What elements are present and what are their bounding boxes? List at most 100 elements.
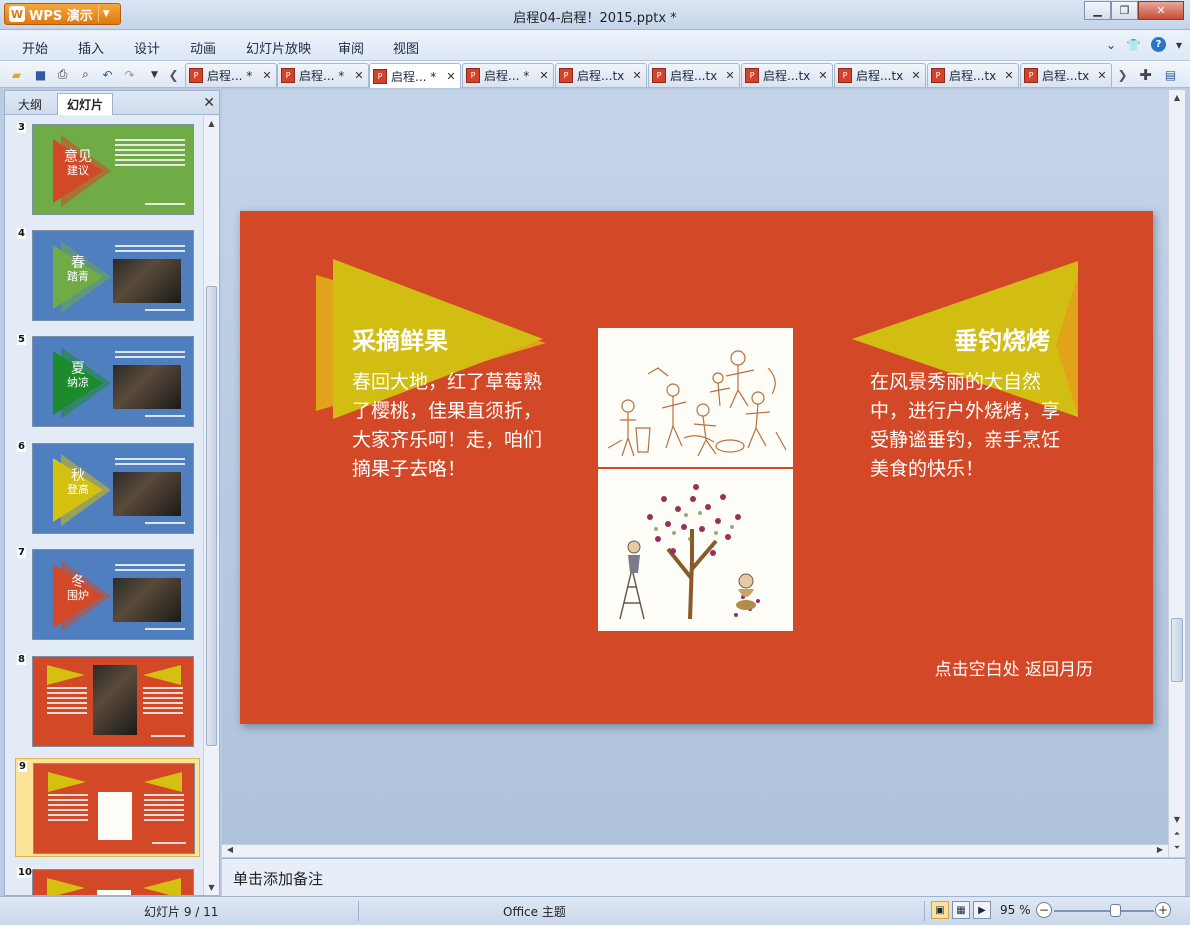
skin-shirt-icon[interactable]: 👕 — [1126, 38, 1141, 52]
normal-view-icon[interactable]: ▣ — [931, 901, 949, 919]
slide-thumbnail[interactable]: 8 — [15, 652, 200, 751]
close-tab-icon[interactable]: ✕ — [261, 69, 273, 82]
scrollbar-thumb[interactable] — [1171, 618, 1183, 682]
panel-scrollbar[interactable]: ▲ ▼ — [203, 116, 219, 895]
close-tab-icon[interactable]: ✕ — [1003, 69, 1015, 82]
print-icon[interactable]: ⎙ — [54, 66, 71, 83]
close-tab-icon[interactable]: ✕ — [817, 69, 829, 82]
scroll-right-icon[interactable]: ▶ — [1154, 845, 1166, 854]
menu-insert[interactable]: 插入 — [78, 38, 104, 57]
return-to-calendar-link[interactable]: 点击空白处 返回月历 — [935, 655, 1093, 680]
thumbnail-preview: 春踏青 — [32, 230, 194, 321]
close-tab-icon[interactable]: ✕ — [631, 69, 643, 82]
document-tab[interactable]: P 启程...tx ✕ — [927, 63, 1019, 87]
thumbnail-preview: 意见 建议 — [32, 124, 194, 215]
slide-thumbnail[interactable]: 9 — [15, 758, 200, 857]
help-icon[interactable]: ? — [1150, 37, 1166, 52]
document-tab[interactable]: P 启程...tx ✕ — [741, 63, 833, 87]
document-tab[interactable]: P 启程...tx ✕ — [1020, 63, 1112, 87]
zoom-slider-knob[interactable] — [1110, 904, 1122, 917]
new-tab-icon[interactable]: ✚ — [1137, 66, 1154, 84]
current-slide[interactable]: 采摘鲜果 春回大地，红了草莓熟了樱桃，佳果直须折，大家齐乐呵！走，咱们摘果子去咯… — [240, 211, 1153, 724]
menu-review[interactable]: 审阅 — [338, 38, 364, 57]
slide-thumbnail[interactable]: 6 秋登高 — [15, 439, 200, 538]
notes-placeholder[interactable]: 单击添加备注 — [233, 868, 323, 889]
tabs-scroll-left-icon[interactable]: ❮ — [165, 66, 182, 83]
tab-label: 启程... * — [391, 69, 437, 84]
slide-thumbnail[interactable]: 4 春踏青 — [15, 226, 200, 325]
tab-outline[interactable]: 大纲 — [9, 93, 51, 115]
scroll-up-icon[interactable]: ▲ — [1169, 90, 1185, 104]
presentation-file-icon: P — [931, 68, 945, 83]
slide-thumbnail[interactable]: 5 夏纳凉 — [15, 332, 200, 431]
tab-label: 启程...tx — [763, 69, 811, 83]
tab-label: 启程...tx — [856, 69, 904, 83]
save-icon[interactable]: ■ — [32, 66, 49, 83]
restore-button[interactable]: ❐ — [1111, 1, 1138, 20]
menu-view[interactable]: 视图 — [393, 38, 419, 57]
menu-animation[interactable]: 动画 — [190, 38, 216, 57]
slide-sorter-icon[interactable]: ▦ — [952, 901, 970, 919]
menu-slideshow[interactable]: 幻灯片放映 — [246, 38, 311, 57]
undo-icon[interactable]: ↶ — [99, 66, 116, 83]
scrollbar-thumb[interactable] — [206, 286, 217, 746]
zoom-in-icon[interactable]: + — [1155, 902, 1171, 918]
scroll-down-icon[interactable]: ▼ — [1169, 812, 1185, 826]
tabs-scroll-right-icon[interactable]: ❯ — [1114, 66, 1131, 83]
thumbnail-title: 意见 建议 — [64, 149, 92, 177]
collapse-ribbon-icon[interactable]: ⌄ — [1106, 38, 1116, 52]
menu-home[interactable]: 开始 — [22, 38, 48, 57]
document-tab[interactable]: P 启程...tx ✕ — [834, 63, 926, 87]
document-tab[interactable]: P 启程...tx ✕ — [555, 63, 647, 87]
print-preview-icon[interactable]: ⌕ — [77, 66, 94, 83]
editor-vertical-scrollbar[interactable]: ▲ ▼ ⏶ ⏷ — [1168, 90, 1185, 857]
editor-horizontal-scrollbar[interactable]: ◀ ▶ — [222, 844, 1168, 857]
redo-icon[interactable]: ↷ — [121, 66, 138, 83]
notes-pane[interactable]: 单击添加备注 — [222, 858, 1185, 896]
minimize-button[interactable]: ▁ — [1084, 1, 1111, 20]
menu-design[interactable]: 设计 — [134, 38, 160, 57]
tab-list-icon[interactable]: ▤ — [1162, 66, 1179, 83]
close-tab-icon[interactable]: ✕ — [1096, 69, 1108, 82]
scroll-down-icon[interactable]: ▼ — [204, 880, 219, 895]
scroll-up-icon[interactable]: ▲ — [204, 116, 219, 131]
document-tab[interactable]: P 启程...tx ✕ — [648, 63, 740, 87]
close-tab-icon[interactable]: ✕ — [353, 69, 365, 82]
status-bar: 幻灯片 9 / 11 Office 主题 ▣ ▦ ▶ 95 % − + — [0, 896, 1190, 925]
presentation-file-icon: P — [838, 68, 852, 83]
slide-number: 9 — [18, 761, 27, 772]
close-tab-icon[interactable]: ✕ — [445, 70, 457, 83]
close-tab-icon[interactable]: ✕ — [724, 69, 736, 82]
tab-label: 启程... * — [299, 69, 345, 83]
next-slide-icon[interactable]: ⏷ — [1169, 841, 1185, 855]
tab-label: 启程...tx — [577, 69, 625, 83]
close-window-button[interactable]: ✕ — [1138, 1, 1184, 20]
scroll-left-icon[interactable]: ◀ — [224, 845, 236, 854]
slide-number: 3 — [17, 122, 26, 133]
zoom-slider-track[interactable] — [1054, 910, 1154, 912]
presentation-file-icon: P — [652, 68, 666, 83]
slide-number: 8 — [17, 654, 26, 665]
customize-toolbar-icon[interactable]: ▼ — [146, 66, 163, 83]
document-tab[interactable]: P 启程... * ✕ — [369, 63, 461, 88]
slide-number: 5 — [17, 334, 26, 345]
document-tab[interactable]: P 启程... * ✕ — [185, 63, 277, 87]
tab-slides[interactable]: 幻灯片 — [57, 93, 114, 115]
close-tab-icon[interactable]: ✕ — [538, 69, 550, 82]
zoom-out-icon[interactable]: − — [1036, 902, 1052, 918]
slide-thumbnail[interactable]: 3 意见 建议 — [15, 120, 200, 219]
open-folder-icon[interactable]: ▰ — [8, 66, 25, 83]
document-tab[interactable]: P 启程... * ✕ — [277, 63, 369, 87]
previous-slide-icon[interactable]: ⏶ — [1169, 827, 1185, 841]
slide-thumbnail[interactable]: 7 冬围炉 — [15, 545, 200, 644]
slide-number: 4 — [17, 228, 26, 239]
slideshow-play-icon[interactable]: ▶ — [973, 901, 991, 919]
close-tab-icon[interactable]: ✕ — [910, 69, 922, 82]
chevron-down-icon[interactable]: ▾ — [1176, 38, 1182, 52]
close-panel-icon[interactable]: ✕ — [203, 95, 215, 111]
thumbnail-preview — [33, 763, 195, 854]
slide-thumbnail[interactable]: 10 — [15, 865, 200, 895]
document-tab[interactable]: P 启程... * ✕ — [462, 63, 554, 87]
tab-label: 启程... * — [484, 69, 530, 83]
thumbnail-title: 秋登高 — [67, 468, 89, 496]
